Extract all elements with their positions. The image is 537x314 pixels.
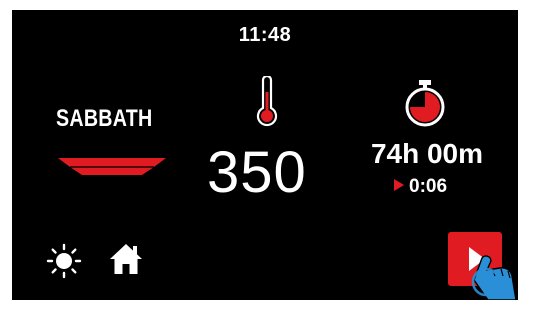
oven-display: 11:48 SABBATH 350 74h 00m 0:06 — [12, 10, 518, 300]
mode-label: SABBATH — [56, 105, 153, 132]
elapsed-time: 0:06 — [409, 176, 448, 197]
clock-time: 11:48 — [238, 24, 292, 46]
timer-duration: 74h 00m — [370, 138, 484, 169]
temperature-value: 350 — [207, 140, 307, 205]
sun-icon[interactable] — [46, 243, 82, 279]
home-icon[interactable] — [108, 242, 144, 276]
touch-hand-icon — [471, 255, 517, 300]
elapsed-play-icon — [394, 179, 404, 192]
thermometer-icon — [256, 76, 278, 127]
stopwatch-icon — [405, 80, 445, 127]
pan-icon — [58, 158, 166, 175]
timer-elapsed: 0:06 — [394, 176, 447, 198]
